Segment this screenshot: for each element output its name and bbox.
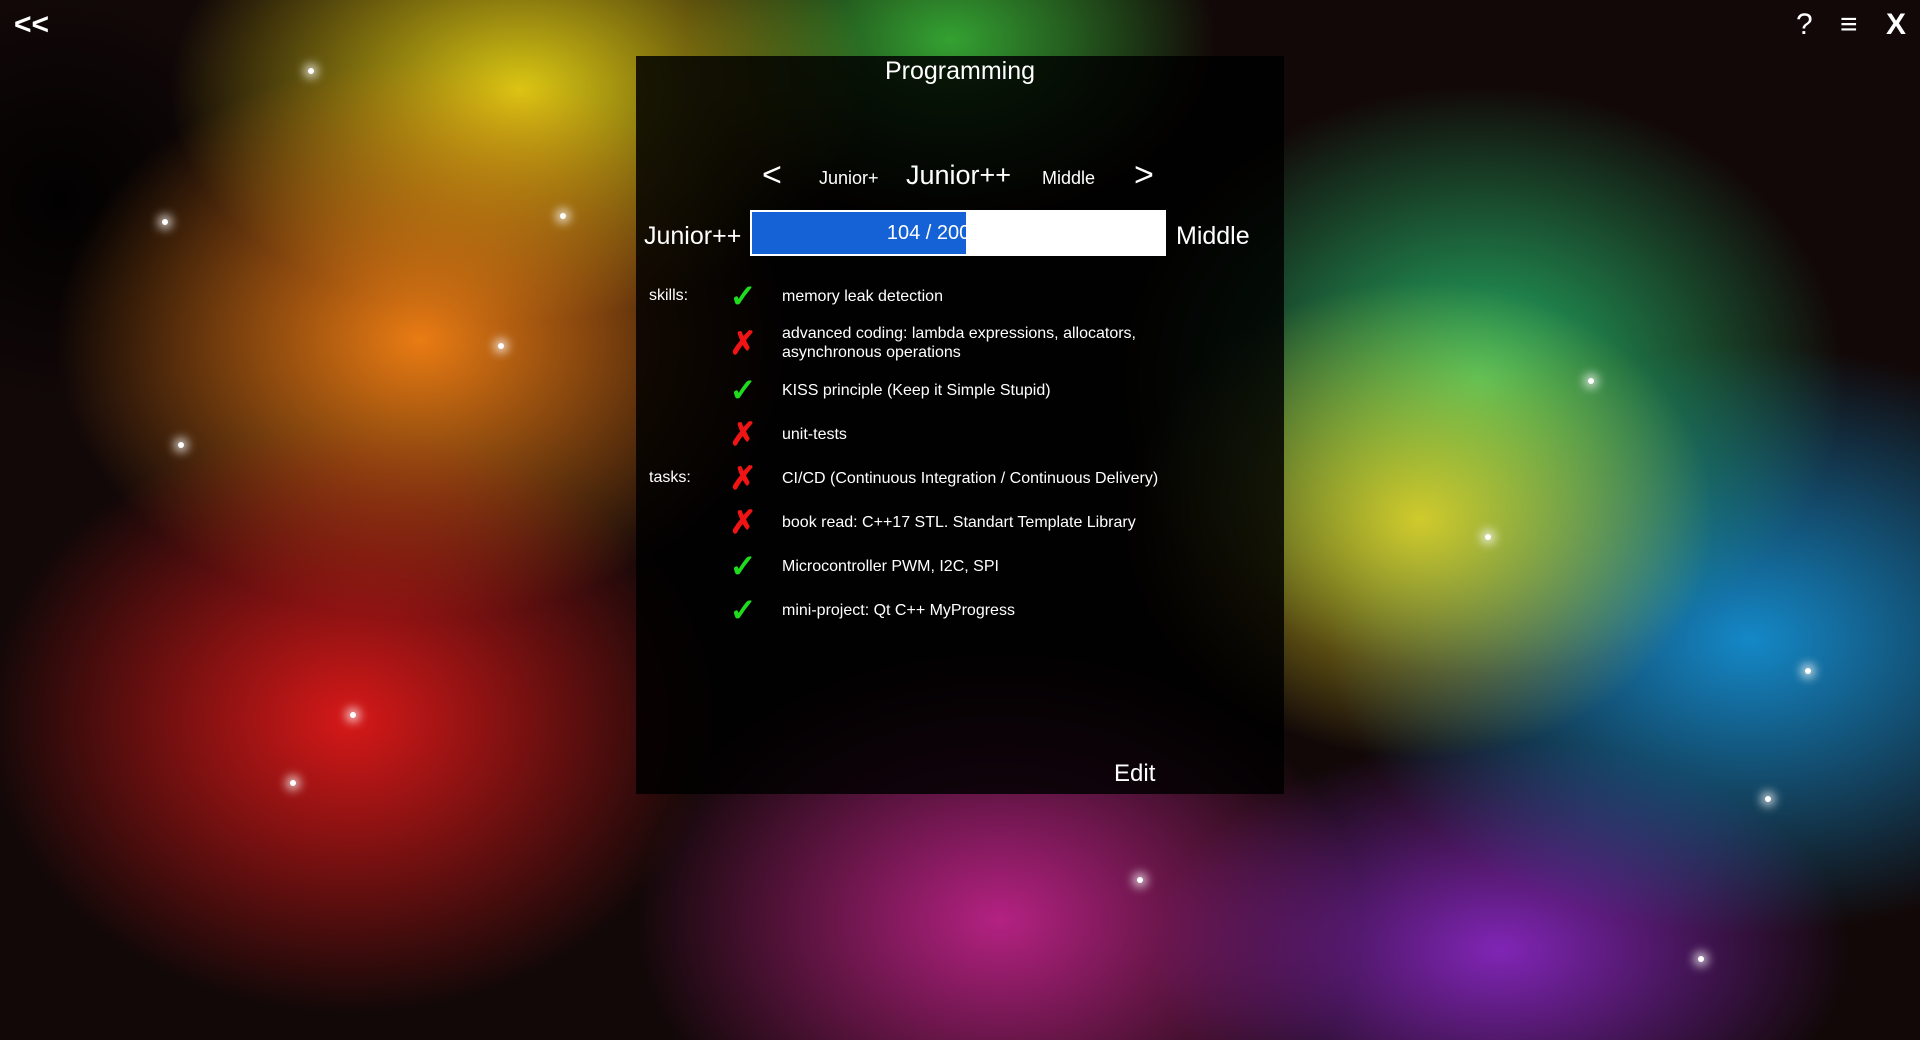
edit-button[interactable]: Edit xyxy=(1114,760,1155,788)
requirement-category: tasks: xyxy=(649,469,691,486)
panel-title: Programming xyxy=(884,57,1036,85)
cross-icon[interactable]: ✗ xyxy=(716,459,770,497)
requirements-list: skills: ✓ memory leak detection ✗ advanced c… xyxy=(636,274,1284,632)
progress-to-level: Middle xyxy=(1176,222,1250,250)
requirement-item: ✗ book read: C++17 STL. Standart Template… xyxy=(636,500,1284,544)
star xyxy=(1805,668,1811,674)
star xyxy=(498,343,504,349)
progress-bar-text: 104 / 200 (52%) xyxy=(886,222,1030,244)
cross-icon[interactable]: ✗ xyxy=(716,324,770,362)
requirement-item: ✓ KISS principle (Keep it Simple Stupid) xyxy=(636,368,1284,412)
back-button[interactable]: << xyxy=(14,8,49,42)
requirement-text: CI/CD (Continuous Integration / Continuo… xyxy=(782,469,1159,487)
cross-icon[interactable]: ✗ xyxy=(716,503,770,541)
progress-bar: 104 / 200 (52%) xyxy=(750,210,1166,256)
help-button[interactable]: ? xyxy=(1796,8,1813,42)
star xyxy=(1765,796,1771,802)
requirement-item: tasks: ✗ CI/CD (Continuous Integration / C… xyxy=(636,456,1284,500)
requirement-text: memory leak detection xyxy=(782,287,943,305)
close-button[interactable]: X xyxy=(1886,8,1906,42)
menu-button[interactable]: ≡ xyxy=(1840,8,1858,42)
check-icon[interactable]: ✓ xyxy=(716,591,770,629)
star xyxy=(162,219,168,225)
next-level-arrow[interactable]: > xyxy=(1134,156,1154,195)
requirement-text: KISS principle (Keep it Simple Stupid) xyxy=(782,381,1051,399)
requirement-text: mini-project: Qt C++ MyProgress xyxy=(782,601,1015,619)
prev-level-label[interactable]: Junior+ xyxy=(819,168,879,189)
requirement-text: advanced coding: lambda expressions, all… xyxy=(782,325,1136,361)
check-icon[interactable]: ✓ xyxy=(716,547,770,585)
requirement-item: ✓ mini-project: Qt C++ MyProgress xyxy=(636,588,1284,632)
progress-panel: Programming < Junior+ Junior++ Middle > … xyxy=(636,56,1284,794)
requirement-text: book read: C++17 STL. Standart Template … xyxy=(782,513,1136,531)
check-icon[interactable]: ✓ xyxy=(716,277,770,315)
level-navigation: < Junior+ Junior++ Middle > xyxy=(636,156,1284,206)
star xyxy=(1137,877,1143,883)
star xyxy=(1698,956,1704,962)
next-level-label[interactable]: Middle xyxy=(1042,168,1095,189)
star xyxy=(560,213,566,219)
star xyxy=(178,442,184,448)
requirement-text: unit-tests xyxy=(782,425,847,443)
star xyxy=(1485,534,1491,540)
star xyxy=(308,68,314,74)
requirement-item: skills: ✓ memory leak detection xyxy=(636,274,1284,318)
star xyxy=(350,712,356,718)
star xyxy=(1588,378,1594,384)
check-icon[interactable]: ✓ xyxy=(716,371,770,409)
requirement-item: ✓ Microcontroller PWM, I2C, SPI xyxy=(636,544,1284,588)
current-level-label: Junior++ xyxy=(906,160,1012,190)
requirement-text: Microcontroller PWM, I2C, SPI xyxy=(782,557,999,575)
prev-level-arrow[interactable]: < xyxy=(762,156,782,195)
requirement-item: ✗ unit-tests xyxy=(636,412,1284,456)
requirement-category: skills: xyxy=(649,287,689,304)
cross-icon[interactable]: ✗ xyxy=(716,415,770,453)
star xyxy=(290,780,296,786)
requirement-item: ✗ advanced coding: lambda expressions, al… xyxy=(636,318,1284,368)
progress-from-level: Junior++ xyxy=(644,222,742,250)
